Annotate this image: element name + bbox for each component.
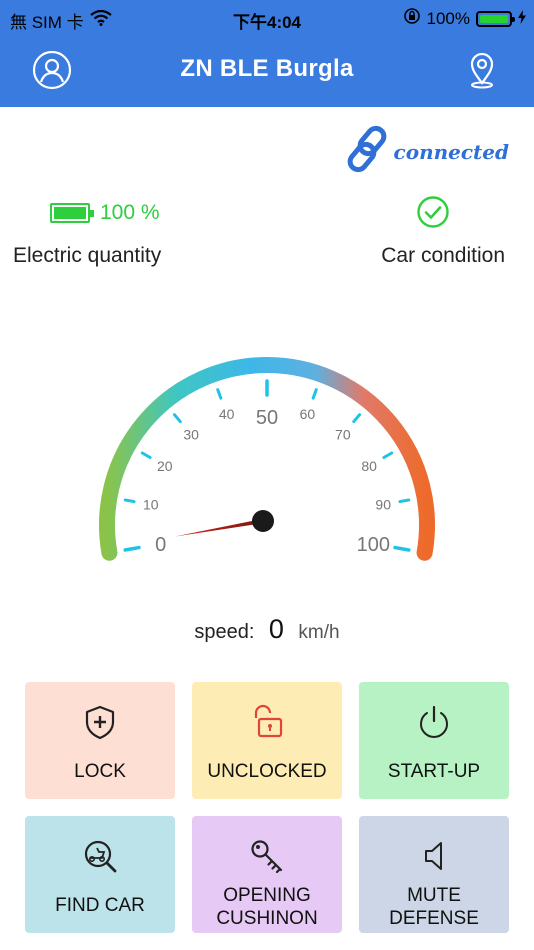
start-up-button[interactable]: START-UP xyxy=(359,682,509,799)
mute-defense-label: MUTE DEFENSE xyxy=(389,884,479,930)
mute-defense-label-line2: DEFENSE xyxy=(389,908,479,929)
gauge-tick-label: 50 xyxy=(256,407,278,429)
find-car-label: FIND CAR xyxy=(55,895,145,916)
speed-readout: speed: 0 km/h xyxy=(0,614,534,645)
battery-level-icon xyxy=(50,203,94,223)
app-header: 無 SIM 卡 下午4:04 100% ZN BLE Burgla xyxy=(0,0,534,107)
status-right: 100% xyxy=(403,7,526,30)
connection-status-text: connected xyxy=(393,140,509,164)
gauge-tick-label: 90 xyxy=(375,497,391,513)
mute-defense-button[interactable]: MUTE DEFENSE xyxy=(359,816,509,933)
gauge-tick-label: 80 xyxy=(361,458,377,474)
speed-label: speed: xyxy=(194,621,255,643)
gauge-tick-mark xyxy=(123,498,136,504)
gauge-tick-mark xyxy=(140,451,152,459)
gauge-tick-mark xyxy=(398,498,411,504)
gauge-tick-mark xyxy=(172,413,182,424)
power-icon xyxy=(420,705,448,738)
status-bar: 無 SIM 卡 下午4:04 100% xyxy=(0,0,534,36)
gauge-tick-mark xyxy=(352,413,362,424)
gauge-tick-mark xyxy=(216,388,223,400)
start-up-label: START-UP xyxy=(387,761,481,782)
opening-cushion-label-line1: OPENING xyxy=(223,885,311,906)
speed-unit: km/h xyxy=(298,622,340,643)
car-condition-label: Car condition xyxy=(381,244,505,267)
orientation-lock-icon xyxy=(403,7,421,30)
page-title: ZN BLE Burgla xyxy=(180,55,354,82)
gauge-tick-label: 70 xyxy=(335,427,351,443)
gauge-tick-mark xyxy=(123,545,141,552)
battery-percent: 100 % xyxy=(100,201,160,224)
gauge-tick-mark xyxy=(311,388,318,400)
speedometer-gauge: 0 10 20 30 40 50 60 70 80 90 100 xyxy=(99,357,435,561)
mute-defense-label-line1: MUTE xyxy=(407,885,461,906)
battery-percent-text: 100% xyxy=(426,8,470,28)
opening-cushion-label: OPENING CUSHINON xyxy=(216,884,317,930)
battery-indicator: 100 % xyxy=(50,201,160,225)
shield-plus-icon xyxy=(85,705,115,740)
unlock-button[interactable]: UNCLOCKED xyxy=(192,682,342,799)
chain-link-icon xyxy=(347,125,386,173)
gauge-tick-label: 40 xyxy=(219,406,235,422)
gauge-tick-label: 30 xyxy=(183,427,199,443)
gauge-tick-label: 20 xyxy=(157,458,173,474)
connection-status[interactable]: connected xyxy=(344,124,509,174)
gauge-needle xyxy=(174,510,274,537)
unlocked-padlock-icon xyxy=(254,704,283,738)
speed-value: 0 xyxy=(268,614,284,644)
battery-icon xyxy=(476,10,515,27)
charging-bolt-icon xyxy=(518,9,526,29)
key-icon xyxy=(251,840,283,874)
gauge-tick-label: 0 xyxy=(155,534,166,556)
electric-quantity-label: Electric quantity xyxy=(13,244,162,267)
check-circle-icon xyxy=(417,196,449,228)
scooter-search-icon xyxy=(84,840,117,873)
opening-cushion-label-line2: CUSHINON xyxy=(216,908,318,929)
speaker-mute-icon xyxy=(425,842,442,870)
needle-hub xyxy=(252,510,274,532)
gauge-tick-mark xyxy=(393,545,411,552)
location-button[interactable] xyxy=(462,50,502,90)
lock-button[interactable]: LOCK xyxy=(25,682,175,799)
find-car-button[interactable]: FIND CAR xyxy=(25,816,175,933)
needle-pointer xyxy=(174,518,264,537)
lock-label: LOCK xyxy=(74,761,126,782)
opening-cushion-button[interactable]: OPENING CUSHINON xyxy=(192,816,342,933)
gauge-tick-mark xyxy=(382,451,394,459)
unlock-label: UNCLOCKED xyxy=(207,761,327,782)
gauge-tick-label: 10 xyxy=(143,497,159,513)
gauge-tick-label: 100 xyxy=(357,534,390,556)
location-pin-icon xyxy=(470,52,494,89)
gauge-tick-label: 60 xyxy=(300,406,316,422)
